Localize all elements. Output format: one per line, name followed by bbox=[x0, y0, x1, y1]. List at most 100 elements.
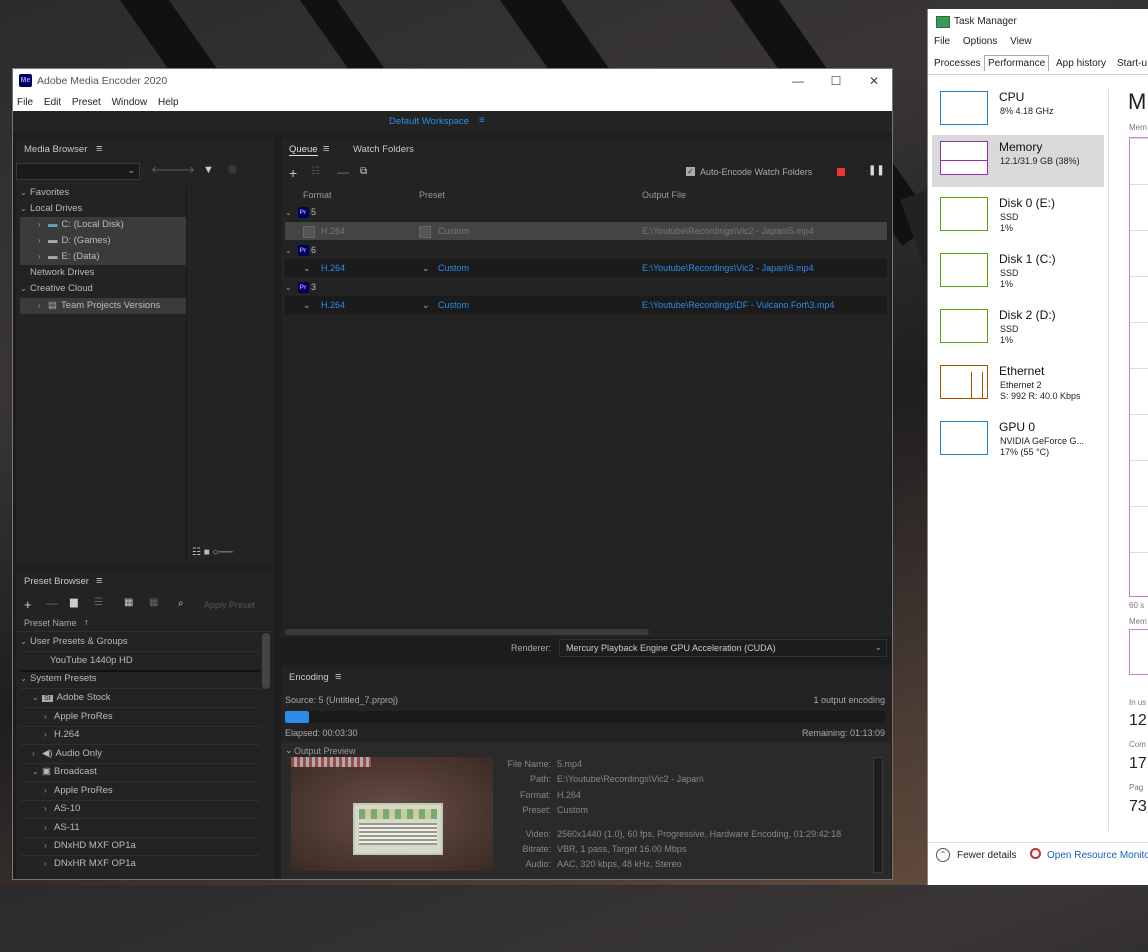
queue-item-active[interactable]: H.264 Custom E:\Youtube\Recordings\Vic2 … bbox=[285, 222, 887, 240]
preset-row[interactable]: › ◀) Audio Only bbox=[20, 745, 260, 764]
preset-row[interactable]: › Apple ProRes bbox=[20, 782, 260, 801]
output-column[interactable]: Output File bbox=[642, 190, 686, 200]
stop-button[interactable] bbox=[837, 168, 845, 176]
menu-edit[interactable]: Edit bbox=[40, 93, 65, 108]
tree-item-favorites[interactable]: ⌄ Favorites bbox=[20, 185, 186, 201]
tab-app-history[interactable]: App history bbox=[1056, 58, 1106, 69]
preset-value[interactable]: Custom bbox=[438, 296, 469, 314]
queue-group[interactable]: ⌄ Pr 3 bbox=[285, 278, 887, 296]
tab-processes[interactable]: Processes bbox=[934, 58, 981, 69]
preset-row[interactable]: › H.264 bbox=[20, 726, 260, 745]
preset-row[interactable]: ⌄ St Adobe Stock bbox=[20, 689, 260, 708]
tree-item-d-drive[interactable]: › ▬ D: (Games) bbox=[20, 233, 186, 249]
chevron-down-icon[interactable]: ⌄ bbox=[422, 296, 430, 314]
output-path[interactable]: E:\Youtube\Recordings\DF - Vulcano Fort\… bbox=[642, 296, 834, 314]
preset-row[interactable]: › DNxHD MXF OP1a bbox=[20, 837, 260, 856]
perf-item-disk2[interactable]: Disk 2 (D:) SSD 1% bbox=[932, 303, 1104, 355]
tab-watch-folders[interactable]: Watch Folders bbox=[353, 144, 414, 155]
tree-item-c-drive[interactable]: › ▬ C: (Local Disk) bbox=[20, 217, 186, 233]
tab-performance[interactable]: Performance bbox=[984, 55, 1050, 71]
format-column[interactable]: Format bbox=[303, 190, 332, 200]
maximize-button[interactable]: ☐ bbox=[818, 72, 854, 90]
apply-preset-button[interactable]: Apply Preset bbox=[204, 600, 255, 610]
auto-encode-checkbox[interactable]: ✓ bbox=[686, 167, 695, 176]
panel-menu-icon[interactable]: ≡ bbox=[96, 575, 102, 587]
output-path[interactable]: E:\Youtube\Recordings\Vic2 - Japan\5.mp4 bbox=[642, 222, 814, 240]
preview-scrollbar[interactable] bbox=[873, 757, 883, 873]
remove-icon[interactable]: — bbox=[337, 165, 349, 179]
horizontal-scrollbar[interactable] bbox=[285, 629, 649, 635]
fewer-details-link[interactable]: Fewer details bbox=[957, 850, 1016, 861]
tab-queue[interactable]: Queue bbox=[289, 144, 318, 156]
preset-row[interactable]: › AS-10 bbox=[20, 800, 260, 819]
menu-file[interactable]: File bbox=[934, 36, 950, 47]
settings-icon[interactable]: ☰ bbox=[94, 597, 103, 608]
add-output-icon[interactable]: ☷ bbox=[311, 166, 320, 177]
tree-item-creative-cloud[interactable]: ⌄ Creative Cloud bbox=[20, 281, 186, 297]
panel-menu-icon[interactable]: ≡ bbox=[335, 671, 341, 683]
queue-group[interactable]: ⌄ Pr 6 bbox=[285, 241, 887, 259]
menu-window[interactable]: Window bbox=[108, 93, 152, 108]
tree-item-team-projects[interactable]: › ▤ Team Projects Versions bbox=[20, 298, 186, 314]
tree-item-local-drives[interactable]: ⌄ Local Drives bbox=[20, 201, 186, 217]
menu-file[interactable]: File bbox=[13, 93, 37, 108]
perf-item-disk1[interactable]: Disk 1 (C:) SSD 1% bbox=[932, 247, 1104, 299]
format-value[interactable]: H.264 bbox=[321, 296, 345, 314]
preset-column[interactable]: Preset bbox=[419, 190, 445, 200]
export-icon[interactable]: ▦ bbox=[149, 597, 158, 608]
preset-value[interactable]: Custom bbox=[438, 259, 469, 277]
import-icon[interactable]: ▦ bbox=[124, 597, 133, 608]
filter-icon[interactable]: ▼ bbox=[203, 164, 214, 176]
preset-row[interactable]: ⌄ User Presets & Groups bbox=[20, 633, 260, 652]
menu-preset[interactable]: Preset bbox=[68, 93, 105, 108]
add-preset-icon[interactable]: + bbox=[24, 597, 32, 612]
duplicate-icon[interactable]: ⧉ bbox=[360, 166, 367, 177]
preset-column-header[interactable]: Preset Name ↑ bbox=[16, 616, 274, 632]
forward-arrow-icon[interactable]: 🡒 bbox=[168, 164, 195, 176]
preset-row[interactable]: › Apple ProRes bbox=[20, 708, 260, 727]
format-value[interactable]: H.264 bbox=[321, 259, 345, 277]
preset-value[interactable]: Custom bbox=[438, 222, 469, 240]
search-icon[interactable]: ⌕ bbox=[178, 598, 184, 609]
queue-item[interactable]: ⌄ H.264 ⌄ Custom E:\Youtube\Recordings\D… bbox=[285, 296, 887, 314]
queue-group[interactable]: ⌄ Pr 5 bbox=[285, 203, 887, 221]
preset-row[interactable]: › DNxHR MXF OP1a bbox=[20, 855, 260, 873]
perf-item-ethernet[interactable]: Ethernet Ethernet 2 S: 992 R: 40.0 Kbps bbox=[932, 359, 1104, 411]
view-icon[interactable]: ◎ bbox=[228, 164, 237, 175]
workspace-menu-icon[interactable]: ≡ bbox=[479, 115, 485, 126]
preset-row[interactable]: ⌄ ▣ Broadcast bbox=[20, 763, 260, 782]
tab-startup[interactable]: Start-u bbox=[1117, 58, 1147, 69]
chevron-down-icon[interactable]: ⌄ bbox=[303, 296, 311, 314]
format-dropdown[interactable] bbox=[303, 226, 315, 238]
minimize-button[interactable]: — bbox=[780, 72, 816, 90]
menu-options[interactable]: Options bbox=[963, 36, 997, 47]
pause-button[interactable]: ❚❚ bbox=[868, 165, 885, 176]
chevron-up-icon[interactable]: ⌃ bbox=[936, 848, 950, 862]
workspace-tab[interactable]: Default Workspace bbox=[389, 116, 469, 127]
open-resource-monitor-link[interactable]: Open Resource Monito bbox=[1047, 850, 1148, 861]
panel-menu-icon[interactable]: ≡ bbox=[96, 143, 102, 155]
chevron-down-icon[interactable]: ⌄ bbox=[422, 259, 430, 277]
perf-item-memory[interactable]: Memory 12.1/31.9 GB (38%) bbox=[932, 135, 1104, 187]
add-source-icon[interactable]: + bbox=[289, 165, 297, 181]
location-dropdown[interactable]: ⌄ bbox=[16, 163, 140, 180]
menu-view[interactable]: View bbox=[1010, 36, 1032, 47]
perf-item-cpu[interactable]: CPU 8% 4.18 GHz bbox=[932, 85, 1104, 137]
close-button[interactable]: ✕ bbox=[856, 72, 892, 90]
renderer-dropdown[interactable]: Mercury Playback Engine GPU Acceleration… bbox=[559, 639, 887, 657]
panel-menu-icon[interactable]: ≡ bbox=[323, 143, 329, 155]
new-group-icon[interactable]: ▆ bbox=[70, 597, 78, 608]
preset-row[interactable]: ⌄ System Presets bbox=[20, 670, 260, 689]
collapse-preview-icon[interactable]: ⌄ bbox=[285, 745, 293, 756]
menu-help[interactable]: Help bbox=[154, 93, 183, 108]
perf-item-gpu[interactable]: GPU 0 NVIDIA GeForce G... 17% (55 °C) bbox=[932, 415, 1104, 467]
scrollbar-thumb[interactable] bbox=[262, 633, 270, 689]
format-value[interactable]: H.264 bbox=[321, 222, 345, 240]
preset-dropdown[interactable] bbox=[419, 226, 431, 238]
tree-item-network-drives[interactable]: Network Drives bbox=[20, 265, 186, 281]
view-toggle-icons[interactable]: ☷ ■ ○── bbox=[192, 547, 233, 558]
chevron-down-icon[interactable]: ⌄ bbox=[303, 259, 311, 277]
perf-item-disk0[interactable]: Disk 0 (E:) SSD 1% bbox=[932, 191, 1104, 243]
tree-item-e-drive[interactable]: › ▬ E: (Data) bbox=[20, 249, 186, 265]
preset-row[interactable]: › AS-11 bbox=[20, 819, 260, 838]
